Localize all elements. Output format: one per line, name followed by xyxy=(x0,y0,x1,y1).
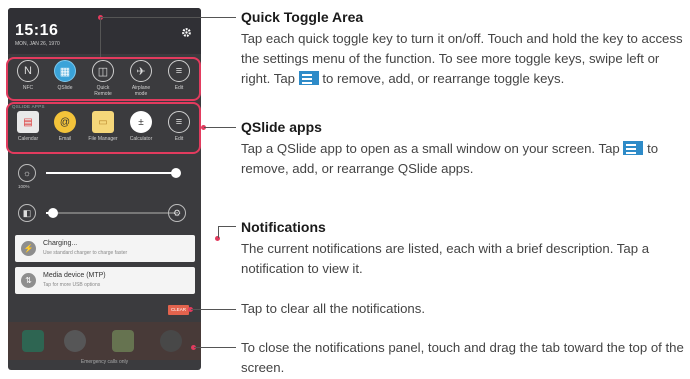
volume-slider[interactable]: ◧ ⚙ xyxy=(8,204,201,226)
edit-menu-icon xyxy=(298,71,319,85)
brightness-slider[interactable]: ☼ 100% xyxy=(8,164,201,189)
callout-title-qslide: QSlide apps xyxy=(241,119,322,135)
callout-line xyxy=(194,347,236,348)
callout-title-notifications: Notifications xyxy=(241,219,326,235)
callout-line xyxy=(218,226,236,227)
gear-icon[interactable] xyxy=(181,27,192,38)
clear-button[interactable]: CLEAR xyxy=(168,305,189,315)
callout-line xyxy=(101,17,236,18)
notification-subtitle: Tap for more USB options xyxy=(43,282,101,288)
home-dock xyxy=(8,322,201,360)
contacts-icon xyxy=(64,330,86,352)
notification-subtitle: Use standard charger to charge faster xyxy=(43,250,128,256)
clock: 15:16 xyxy=(15,22,59,39)
callout-body-close: To close the notifications panel, touch … xyxy=(241,340,684,375)
callout-line xyxy=(100,17,101,57)
callout-body-qslide: Tap a QSlide app to open as a small wind… xyxy=(241,139,686,179)
callout-line xyxy=(218,226,219,238)
callout-line xyxy=(191,309,236,310)
charging-icon: ⚡ xyxy=(21,241,36,256)
usb-icon: ⇅ xyxy=(21,273,36,288)
date: MON, JAN 26, 1970 xyxy=(15,41,60,47)
callout-text: Tap a QSlide app to open as a small wind… xyxy=(241,141,620,156)
notification-media-device[interactable]: ⇅ Media device (MTP) Tap for more USB op… xyxy=(15,267,195,294)
volume-icon: ◧ xyxy=(18,204,36,222)
callout-body-quick-toggle: Tap each quick toggle key to turn it on/… xyxy=(241,29,686,89)
brightness-icon: ☼ xyxy=(18,164,36,182)
emergency-text: Emergency calls only xyxy=(80,359,129,365)
volume-track xyxy=(46,208,176,218)
quick-toggle-highlight xyxy=(6,57,201,101)
callout-body-clear: Tap to clear all the notifications. xyxy=(241,301,425,316)
brightness-track xyxy=(46,168,181,178)
qslide-highlight xyxy=(6,102,201,154)
volume-thumb[interactable] xyxy=(47,208,58,218)
notification-title: Media device (MTP) xyxy=(43,272,106,279)
notification-charging[interactable]: ⚡ Charging... Use standard charger to ch… xyxy=(15,235,195,262)
callout-line xyxy=(204,127,236,128)
callout-text: to remove, add, or rearrange toggle keys… xyxy=(322,71,565,86)
brightness-fill xyxy=(46,172,176,174)
brightness-thumb[interactable] xyxy=(171,168,181,178)
brightness-value: 100% xyxy=(18,184,30,189)
callout-title-quick-toggle: Quick Toggle Area xyxy=(241,9,364,25)
notification-title: Charging... xyxy=(43,240,78,247)
edit-menu-icon xyxy=(623,141,644,155)
apps-icon xyxy=(160,330,182,352)
status-bar: 15:16 MON, JAN 26, 1970 xyxy=(8,8,201,54)
settings-icon[interactable]: ⚙ xyxy=(168,204,186,222)
phone-icon xyxy=(22,330,44,352)
messaging-icon xyxy=(112,330,134,352)
callout-body-notifications: The current notifications are listed, ea… xyxy=(241,241,650,276)
